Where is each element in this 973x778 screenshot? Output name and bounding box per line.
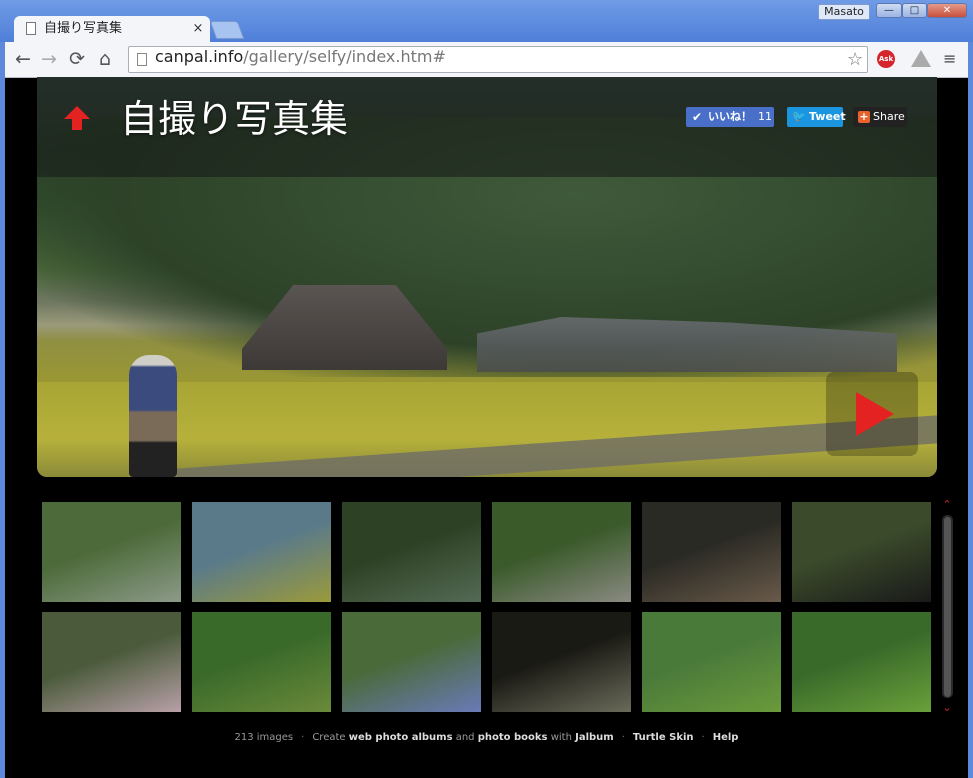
url-text[interactable]: canpal.info/gallery/selfy/index.htm# [155,47,446,72]
thumbnail[interactable] [642,502,781,602]
thumbnail-image [42,502,181,602]
web-albums-link[interactable]: web photo albums [349,732,453,743]
tweet-button[interactable]: 🐦 Tweet [787,107,846,127]
scrollbar-thumb[interactable] [944,517,951,697]
skin-link[interactable]: Turtle Skin [633,732,694,743]
share-label: Share [873,110,905,123]
next-photo-button[interactable] [826,372,918,456]
browser-tab[interactable]: 自撮り写真集 × [14,16,210,42]
footer: 213 images · Create web photo albums and p… [234,732,739,743]
page-title: 自撮り写真集 [120,97,349,141]
thumbnail-image [192,612,331,712]
like-label: いいね！ [708,110,752,123]
facebook-like-button[interactable]: ✔ いいね！ 11 [686,107,774,127]
forward-arrow-icon[interactable]: → [38,48,60,70]
back-arrow-icon[interactable]: ← [12,48,34,70]
close-window-button[interactable]: ✕ [927,3,967,18]
like-count: 11 [758,110,772,123]
window-frame-left [0,42,5,778]
footer-and: and [455,732,475,743]
thumbnail[interactable] [792,502,931,602]
thumbnail-image [42,612,181,712]
tab-title: 自撮り写真集 [44,21,123,36]
play-icon [856,392,894,436]
drive-extension-icon[interactable] [911,50,931,67]
thumbnail[interactable] [492,502,631,602]
thumbnail-image [792,502,931,602]
photo-cyclist [129,355,177,477]
thumbnail[interactable] [42,612,181,712]
help-link[interactable]: Help [713,732,739,743]
tweet-label: Tweet [809,110,846,123]
footer-with: with [550,732,572,743]
page-icon [137,53,147,66]
thumbnail-image [792,612,931,712]
thumbnail[interactable] [192,612,331,712]
thumbnail[interactable] [792,612,931,712]
maximize-button[interactable]: □ [902,3,927,18]
thumbnail[interactable] [342,502,481,602]
thumbnail[interactable] [492,612,631,712]
thumbnail-image [492,612,631,712]
check-icon: ✔ [692,110,703,124]
thumbnail-image [642,612,781,712]
thumbnail[interactable] [42,502,181,602]
bookmark-star-icon[interactable]: ☆ [847,49,863,70]
twitter-bird-icon: 🐦 [792,110,806,123]
minimize-button[interactable]: — [876,3,902,18]
window-frame-right [968,42,973,778]
image-count: 213 images [234,732,294,743]
thumbnail[interactable] [642,612,781,712]
share-button[interactable]: + Share [853,107,907,127]
thumbnail[interactable] [342,612,481,712]
plus-icon: + [858,110,870,123]
scroll-up-icon[interactable]: ⌃ [937,498,957,512]
jalbum-link[interactable]: Jalbum [575,732,614,743]
thumbnail-image [342,502,481,602]
url-path: /gallery/selfy/index.htm# [243,47,446,66]
thumbnail-image [342,612,481,712]
thumbnail-image [192,502,331,602]
home-icon[interactable]: ⌂ [94,48,116,70]
browser-menu-icon[interactable]: ≡ [943,50,957,68]
scroll-down-icon[interactable]: ⌄ [937,701,957,715]
url-host: canpal.info [155,47,244,66]
photo-books-link[interactable]: photo books [478,732,548,743]
browser-toolbar: ← → ⟳ ⌂ canpal.info/gallery/selfy/index.… [5,42,968,78]
footer-create: Create [312,732,346,743]
page-favicon-icon [26,22,36,35]
reload-icon[interactable]: ⟳ [66,48,88,70]
up-arrow-icon[interactable] [62,104,92,132]
thumbnail-image [492,502,631,602]
thumbnail-image [642,502,781,602]
ask-extension-icon[interactable]: Ask [877,50,895,68]
address-bar[interactable]: canpal.info/gallery/selfy/index.htm# ☆ [128,46,868,73]
tab-close-icon[interactable]: × [190,16,206,42]
user-profile-badge[interactable]: Masato [818,4,870,20]
thumbnail[interactable] [192,502,331,602]
